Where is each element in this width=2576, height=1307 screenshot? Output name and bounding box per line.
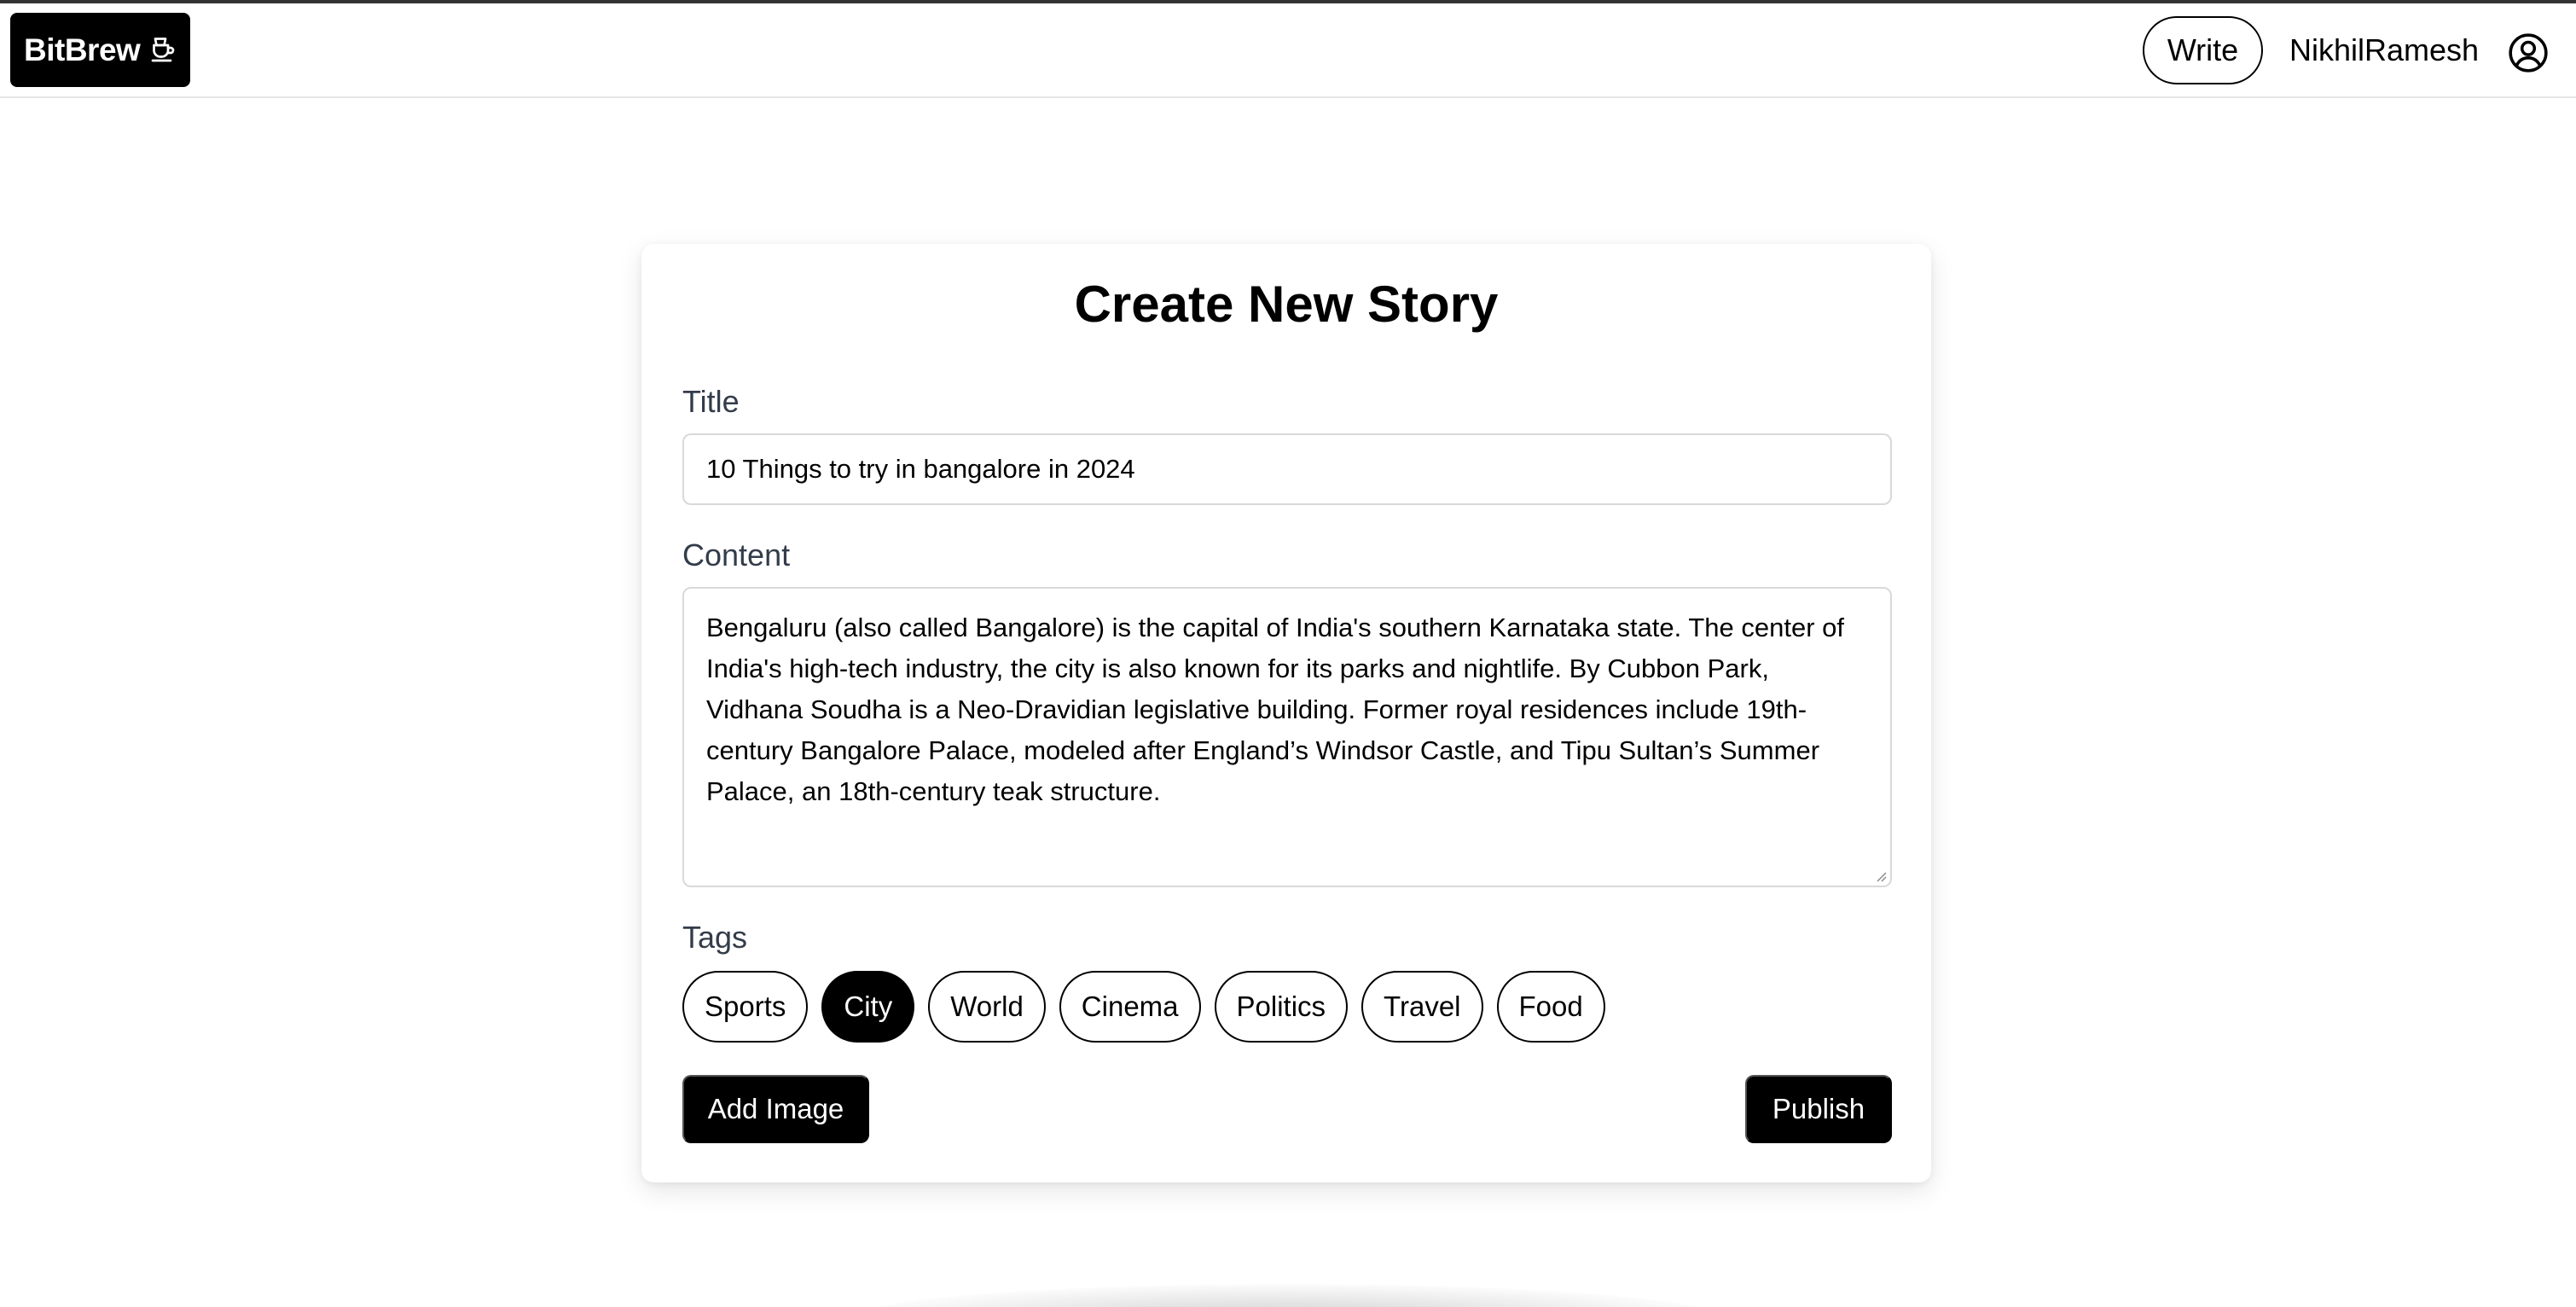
tag-food[interactable]: Food bbox=[1496, 971, 1605, 1043]
tag-cinema[interactable]: Cinema bbox=[1059, 971, 1201, 1043]
write-button[interactable]: Write bbox=[2143, 16, 2263, 84]
coffee-pot-icon bbox=[151, 38, 175, 62]
content-textarea-value: Bengaluru (also called Bangalore) is the… bbox=[706, 613, 1844, 806]
user-circle-icon[interactable] bbox=[2507, 32, 2550, 74]
title-label: Title bbox=[682, 384, 740, 419]
title-input[interactable]: 10 Things to try in bangalore in 2024 bbox=[682, 433, 1892, 505]
tags-label: Tags bbox=[682, 920, 748, 955]
publish-button[interactable]: Publish bbox=[1745, 1075, 1892, 1143]
navbar: BitBrew Write NikhilRamesh bbox=[0, 3, 2576, 98]
brand-logo[interactable]: BitBrew bbox=[10, 13, 190, 87]
tag-travel[interactable]: Travel bbox=[1361, 971, 1483, 1043]
page-title: Create New Story bbox=[1074, 276, 1499, 333]
tag-list: Sports City World Cinema Politics Travel… bbox=[682, 971, 1605, 1043]
tag-world[interactable]: World bbox=[928, 971, 1046, 1043]
create-story-card: Create New Story Title 10 Things to try … bbox=[641, 244, 1931, 1182]
resize-handle-icon[interactable] bbox=[1873, 868, 1887, 882]
tag-city[interactable]: City bbox=[821, 971, 915, 1043]
tag-politics[interactable]: Politics bbox=[1214, 971, 1349, 1043]
username-label[interactable]: NikhilRamesh bbox=[2289, 32, 2479, 70]
tag-sports[interactable]: Sports bbox=[682, 971, 809, 1043]
bottom-shadow bbox=[853, 1284, 1723, 1307]
content-textarea[interactable]: Bengaluru (also called Bangalore) is the… bbox=[682, 587, 1892, 887]
content-label: Content bbox=[682, 537, 791, 572]
title-input-value: 10 Things to try in bangalore in 2024 bbox=[706, 454, 1135, 484]
add-image-button[interactable]: Add Image bbox=[682, 1075, 869, 1143]
brand-name: BitBrew bbox=[24, 32, 141, 67]
